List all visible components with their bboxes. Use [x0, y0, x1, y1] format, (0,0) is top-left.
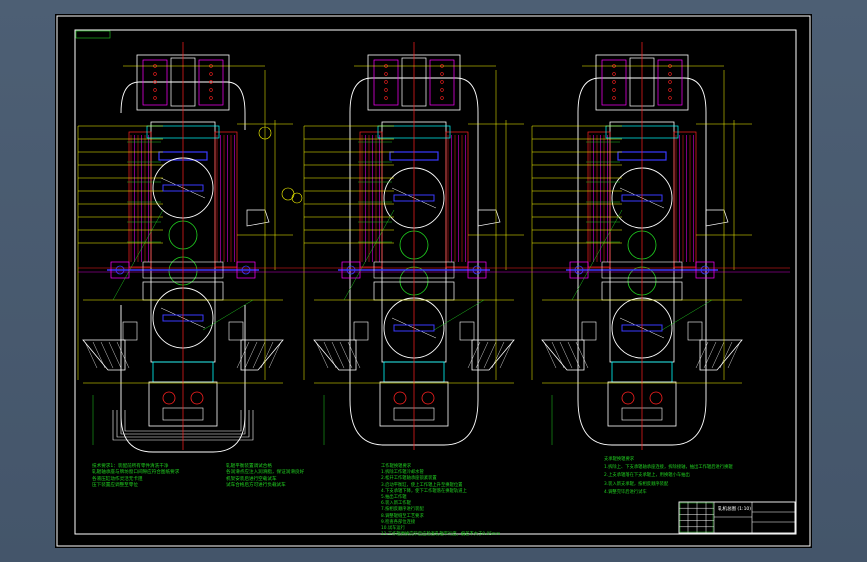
note-line: 1.拆除上、下支承辊轴承座连接，拆除接轴，抽出工作辊后进行换辊 — [604, 465, 733, 471]
title-block-name: 轧机总图 (1:10) — [718, 507, 752, 512]
note-line: 11.工作辊更换完毕后应检查轧辊平行度，偏差不大于0.05mm — [381, 532, 501, 538]
note-line: 轧辊轴承座与牌坊窗口间隙应符合图纸要求 — [92, 470, 180, 476]
note-line: 支承辊换辊要求 — [604, 457, 635, 462]
notes-block-1: 技术要求1：装配前所有零件清洗干净 轧辊轴承座与牌坊窗口间隙应符合图纸要求 各液… — [92, 464, 179, 490]
notes-block-2: 轧辊平衡装置调试合格 各润滑点应注入润滑脂，保证润滑良好 机架安装后进行空载试车… — [226, 464, 304, 490]
notes-block-4: 支承辊换辊要求 1.拆除上、下支承辊轴承座连接，拆除接轴，抽出工作辊后进行换辊 … — [604, 456, 733, 497]
note-line: 压下装置应调整至零位 — [92, 483, 138, 489]
notes-block-3: 工作辊换辊要求 1.拆除工作辊冷却水管 2.松开工作辊轴承座锁紧装置 3.启动平… — [381, 464, 500, 538]
note-line: 各润滑点应注入润滑脂，保证润滑良好 — [226, 470, 305, 476]
note-line: 4.调整完毕后进行试车 — [604, 489, 647, 495]
note-line: 2.上支承辊落在下支承辊上，用换辊小车抽出 — [604, 473, 690, 479]
note-line: 试车合格后方可进行负载试车 — [226, 483, 286, 489]
cad-viewport: 技术要求1：装配前所有零件清洗干净 轧辊轴承座与牌坊窗口间隙应符合图纸要求 各液… — [0, 0, 867, 562]
note-line: 3.装入新支承辊，按相反顺序装配 — [604, 481, 669, 487]
